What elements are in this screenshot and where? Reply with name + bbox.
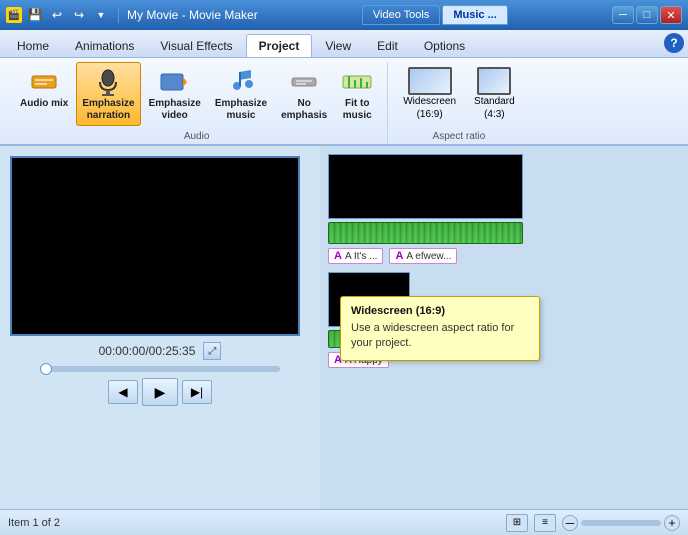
fit-music-icon — [341, 66, 373, 98]
video-preview — [10, 156, 300, 336]
emphasize-video-button[interactable]: Emphasizevideo — [143, 62, 207, 126]
fit-to-music-label: Fit tomusic — [343, 98, 372, 122]
ribbon-tab-strip: Home Animations Visual Effects Project V… — [0, 30, 688, 58]
prev-frame-button[interactable]: ◀ — [108, 380, 138, 404]
no-emphasis-button[interactable]: Noemphasis — [275, 62, 333, 126]
standard-button[interactable]: Standard(4:3) — [467, 62, 522, 126]
tab-visual-effects[interactable]: Visual Effects — [147, 34, 245, 57]
widescreen-label: Widescreen(16:9) — [403, 95, 456, 121]
tooltip-title: Widescreen (16:9) — [351, 305, 529, 317]
tab-view[interactable]: View — [312, 34, 364, 57]
no-emphasis-icon — [288, 66, 320, 98]
widescreen-button[interactable]: Widescreen(16:9) — [396, 62, 463, 126]
emphasize-video-icon — [159, 66, 191, 98]
zoom-slider[interactable] — [581, 520, 661, 526]
zoom-out-button[interactable]: ─ — [562, 515, 578, 531]
audio-mix-label: Audio mix — [20, 98, 68, 110]
expand-icon: ⤢ — [208, 346, 216, 357]
emphasize-video-label: Emphasizevideo — [149, 98, 201, 122]
fit-to-music-button[interactable]: Fit tomusic — [335, 62, 379, 126]
app-icon: 🎬 — [6, 7, 22, 23]
text-icon-2: A — [395, 250, 403, 262]
seek-bar[interactable] — [40, 366, 280, 372]
redo-qat-button[interactable]: ↪ — [70, 6, 88, 24]
audio-mix-button[interactable]: Audio mix — [14, 62, 74, 114]
status-bar: Item 1 of 2 ⊞ ≡ ─ + — [0, 509, 688, 535]
emphasize-music-button[interactable]: Emphasizemusic — [209, 62, 273, 126]
aspect-group-label: Aspect ratio — [433, 129, 486, 144]
main-area: 00:00:00/00:25:35 ⤢ ◀ ▶ ▶| — [0, 146, 688, 509]
story-row-1: A A It's ... A A efwew... — [328, 154, 680, 264]
audio-ribbon-group: Audio mix Emphasizenarration — [6, 62, 388, 144]
text-icon-1: A — [334, 250, 342, 262]
timeline-view-button[interactable]: ≡ — [534, 514, 556, 532]
maximize-button[interactable]: □ — [636, 6, 658, 24]
video-tools-tab[interactable]: Video Tools — [362, 5, 440, 25]
tab-animations[interactable]: Animations — [62, 34, 147, 57]
play-button[interactable]: ▶ — [142, 378, 178, 406]
storyboard-view-button[interactable]: ⊞ — [506, 514, 528, 532]
quick-access-toolbar: 💾 ↩ ↪ ▼ — [26, 6, 110, 24]
tab-options[interactable]: Options — [411, 34, 478, 57]
aspect-buttons: Widescreen(16:9) Standard(4:3) — [396, 62, 521, 126]
tooltip: Widescreen (16:9) Use a widescreen aspec… — [340, 296, 540, 361]
tab-home[interactable]: Home — [4, 34, 62, 57]
playback-controls: ◀ ▶ ▶| — [10, 378, 310, 406]
title-bar-context-tabs: Video Tools Music ... — [362, 5, 508, 25]
zoom-controls: ─ + — [562, 515, 680, 531]
clip-label-1: A A It's ... — [328, 248, 383, 264]
tooltip-text: Use a widescreen aspect ratio for your p… — [351, 321, 529, 352]
help-button[interactable]: ? — [664, 33, 684, 53]
window-controls: ─ □ ✕ — [612, 6, 682, 24]
close-button[interactable]: ✕ — [660, 6, 682, 24]
time-display: 00:00:00/00:25:35 ⤢ — [10, 342, 310, 360]
audio-bar-1 — [328, 222, 523, 244]
tab-edit[interactable]: Edit — [364, 34, 411, 57]
undo-qat-button[interactable]: ↩ — [48, 6, 66, 24]
tab-project[interactable]: Project — [246, 34, 313, 57]
aspect-ratio-group: Widescreen(16:9) Standard(4:3) Aspect ra… — [388, 62, 529, 144]
clip-thumb-1[interactable] — [328, 154, 523, 219]
status-right: ⊞ ≡ ─ + — [506, 514, 680, 532]
minimize-button[interactable]: ─ — [612, 6, 634, 24]
story-clip-1: A A It's ... A A efwew... — [328, 154, 523, 264]
title-bar-left: 🎬 💾 ↩ ↪ ▼ My Movie - Movie Maker — [6, 6, 258, 24]
clip-label-2: A A efwew... — [389, 248, 457, 264]
widescreen-icon — [408, 67, 452, 95]
expand-button[interactable]: ⤢ — [203, 342, 221, 360]
next-frame-button[interactable]: ▶| — [182, 380, 212, 404]
no-emphasis-label: Noemphasis — [281, 98, 327, 122]
emphasize-narration-button[interactable]: Emphasizenarration — [76, 62, 140, 126]
item-count: Item 1 of 2 — [8, 517, 60, 529]
emphasize-music-label: Emphasizemusic — [215, 98, 267, 122]
ribbon: Audio mix Emphasizenarration — [0, 58, 688, 146]
audio-group-label: Audio — [184, 129, 210, 144]
preview-panel: 00:00:00/00:25:35 ⤢ ◀ ▶ ▶| — [0, 146, 320, 509]
narration-icon — [92, 66, 124, 98]
zoom-in-button[interactable]: + — [664, 515, 680, 531]
standard-icon — [477, 67, 511, 95]
standard-label: Standard(4:3) — [474, 95, 515, 121]
window-title: My Movie - Movie Maker — [127, 8, 258, 22]
seek-thumb — [40, 363, 52, 375]
emphasize-narration-label: Emphasizenarration — [82, 98, 134, 122]
title-bar: 🎬 💾 ↩ ↪ ▼ My Movie - Movie Maker Video T… — [0, 0, 688, 30]
music-icon — [225, 66, 257, 98]
time-code: 00:00:00/00:25:35 — [99, 344, 196, 358]
music-tab[interactable]: Music ... — [442, 5, 507, 25]
dropdown-qat-button[interactable]: ▼ — [92, 6, 110, 24]
audio-buttons: Audio mix Emphasizenarration — [14, 62, 379, 129]
save-qat-button[interactable]: 💾 — [26, 6, 44, 24]
audio-mix-icon — [28, 66, 60, 98]
